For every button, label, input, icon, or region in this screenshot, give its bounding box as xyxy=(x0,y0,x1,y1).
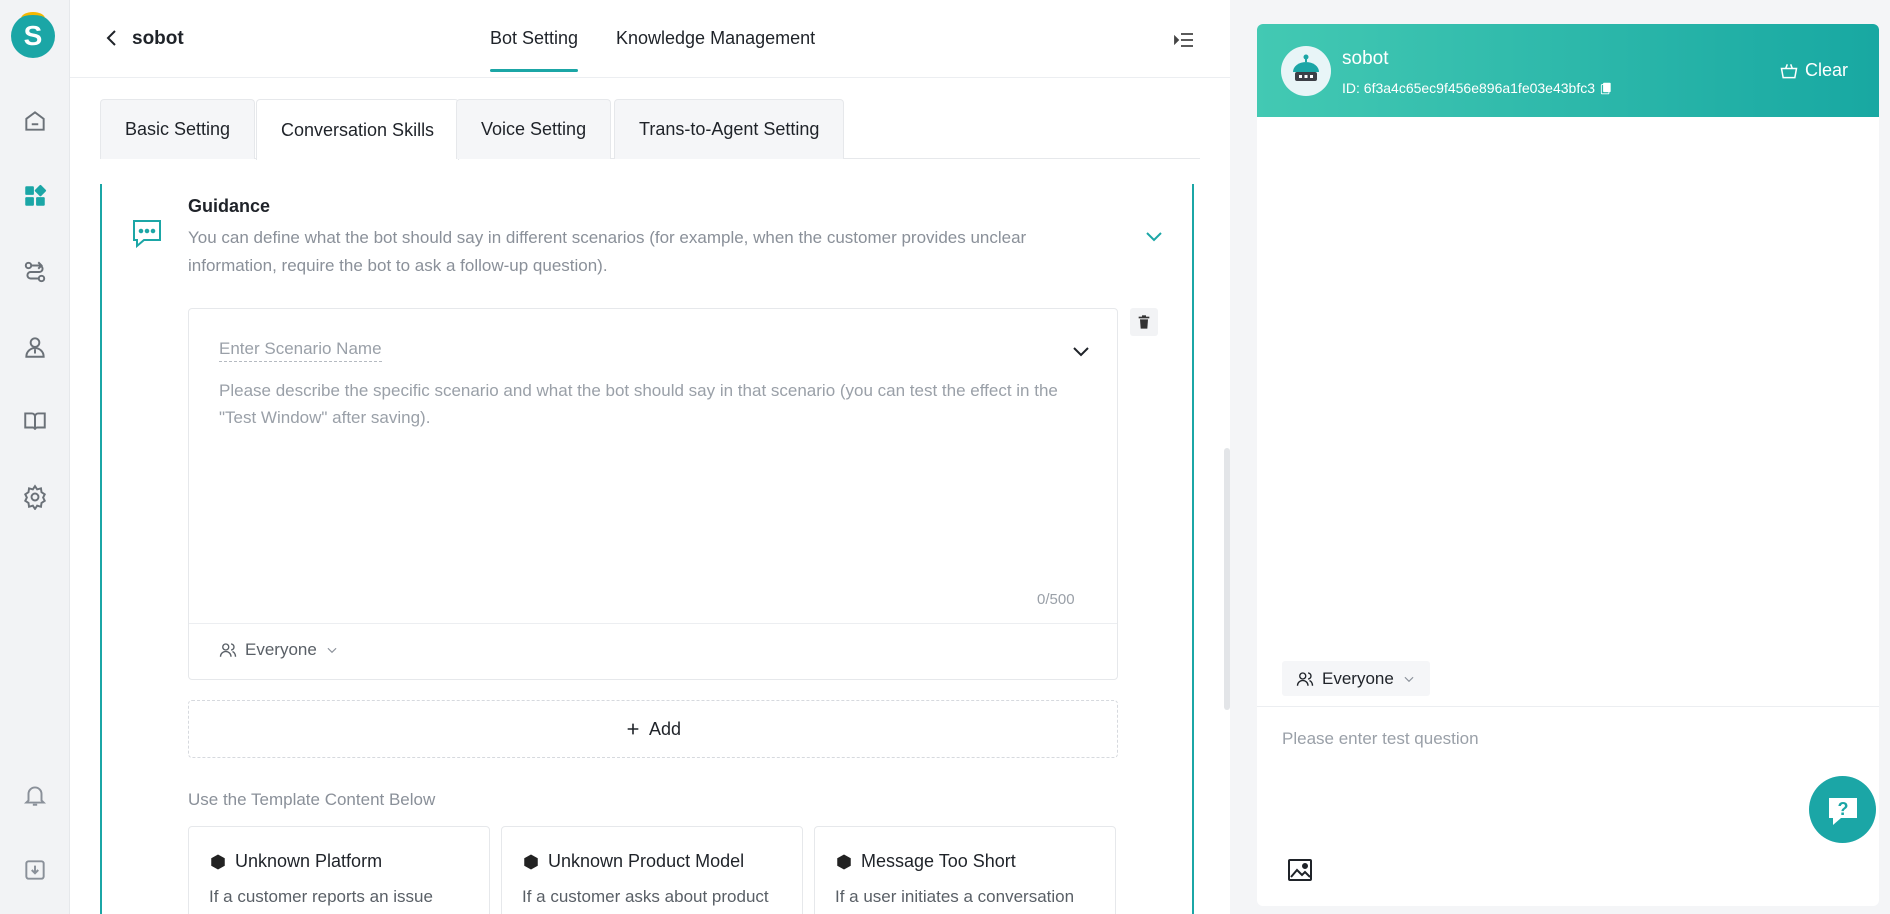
nav-flow[interactable] xyxy=(0,252,70,292)
bot-avatar xyxy=(1281,46,1331,96)
template-card-unknown-platform[interactable]: Unknown Platform If a customer reports a… xyxy=(188,826,490,914)
bot-id: ID: 6f3a4c65ec9f456e896a1fe03e43bfc3 xyxy=(1342,80,1595,96)
main-panel: sobot Bot Setting Knowledge Management B… xyxy=(70,0,1230,914)
template-desc: If a user initiates a conversation xyxy=(835,887,1075,906)
image-upload-icon[interactable] xyxy=(1287,858,1313,882)
copy-icon[interactable] xyxy=(1599,81,1613,95)
template-title: Message Too Short xyxy=(861,851,1016,871)
test-audience-label: Everyone xyxy=(1322,668,1394,688)
test-question-input[interactable]: Please enter test question xyxy=(1282,729,1479,749)
bot-id-row: ID: 6f3a4c65ec9f456e896a1fe03e43bfc3 xyxy=(1342,80,1613,96)
home-icon xyxy=(25,111,45,131)
help-button[interactable]: ? xyxy=(1809,776,1876,843)
help-icon: ? xyxy=(1828,797,1857,825)
cube-icon xyxy=(211,854,225,869)
scenario-description-input[interactable]: Please describe the specific scenario an… xyxy=(219,377,1089,431)
subtab-voice-setting[interactable]: Voice Setting xyxy=(456,99,612,159)
tab-knowledge-management[interactable]: Knowledge Management xyxy=(616,28,815,49)
guidance-card: Guidance You can define what the bot sho… xyxy=(100,184,1194,914)
audience-label: Everyone xyxy=(245,640,317,659)
template-desc: If a customer reports an issue xyxy=(209,887,433,906)
add-label: Add xyxy=(648,718,682,739)
flow-icon xyxy=(24,261,46,283)
guidance-title: Guidance xyxy=(188,196,271,216)
sobot-logo[interactable]: S xyxy=(11,12,55,58)
nav-home[interactable] xyxy=(0,101,70,141)
audience-selector[interactable]: Everyone xyxy=(219,640,339,660)
bell-icon xyxy=(23,786,47,806)
nav-download[interactable] xyxy=(0,850,70,890)
chevron-down-icon xyxy=(327,647,337,654)
template-section-label: Use the Template Content Below xyxy=(188,790,436,809)
add-scenario-button[interactable]: Add xyxy=(188,700,1118,758)
scenario-editor: Enter Scenario Name Please describe the … xyxy=(188,308,1118,680)
basket-icon xyxy=(1780,63,1798,78)
chevron-down-icon xyxy=(1404,676,1414,682)
nav-apps[interactable] xyxy=(0,176,70,216)
download-icon xyxy=(25,860,45,880)
gear-icon xyxy=(23,484,47,510)
subtab-basic-setting[interactable]: Basic Setting xyxy=(100,99,256,159)
template-desc: If a customer asks about product xyxy=(522,887,769,906)
users-icon xyxy=(219,643,237,657)
scenario-name-input[interactable]: Enter Scenario Name xyxy=(219,339,382,362)
cube-icon xyxy=(837,854,851,869)
subtab-trans-to-agent-setting[interactable]: Trans-to-Agent Setting xyxy=(614,99,845,159)
agent-icon xyxy=(25,337,45,358)
nav-agent[interactable] xyxy=(0,327,70,367)
test-bot-name: sobot xyxy=(1342,48,1389,69)
test-window-header: sobot ID: 6f3a4c65ec9f456e896a1fe03e43bf… xyxy=(1257,24,1879,117)
top-bar: sobot Bot Setting Knowledge Management xyxy=(70,0,1230,78)
guidance-description: You can define what the bot should say i… xyxy=(188,228,1027,275)
nav-notifications[interactable] xyxy=(0,775,70,815)
template-title: Unknown Platform xyxy=(235,851,383,871)
back-arrow-icon[interactable] xyxy=(100,26,124,50)
robot-icon xyxy=(1293,54,1319,81)
users-icon xyxy=(1296,671,1314,686)
main-scrollbar[interactable] xyxy=(1224,448,1230,710)
cube-icon xyxy=(524,854,538,869)
collapse-menu-icon[interactable] xyxy=(1172,28,1196,52)
subtab-conversation-skills[interactable]: Conversation Skills xyxy=(256,99,460,160)
nav-settings[interactable] xyxy=(0,477,70,517)
divider xyxy=(1257,706,1879,707)
logo-letter: S xyxy=(23,20,43,51)
chat-bubble-icon xyxy=(133,220,161,249)
clear-label: Clear xyxy=(1805,60,1849,80)
scenario-footer: Everyone xyxy=(189,623,1117,679)
template-card-message-too-short[interactable]: Message Too Short If a user initiates a … xyxy=(814,826,1116,914)
nav-knowledge[interactable] xyxy=(0,401,70,441)
book-icon xyxy=(24,412,46,430)
bot-title: sobot xyxy=(132,28,184,49)
chevron-down-icon[interactable] xyxy=(1142,224,1166,248)
test-window: sobot ID: 6f3a4c65ec9f456e896a1fe03e43bf… xyxy=(1257,24,1879,906)
chevron-down-icon[interactable] xyxy=(1069,339,1093,363)
clear-button[interactable]: Clear xyxy=(1779,60,1848,81)
trash-icon xyxy=(1138,315,1150,329)
tab-bot-setting[interactable]: Bot Setting xyxy=(490,28,579,72)
delete-scenario-button[interactable] xyxy=(1130,308,1158,336)
apps-icon xyxy=(25,184,47,206)
nav-rail: S xyxy=(0,0,70,914)
plus-icon xyxy=(627,723,639,735)
test-audience-selector[interactable]: Everyone xyxy=(1282,661,1430,696)
char-counter: 0/500 xyxy=(1037,591,1075,608)
template-title: Unknown Product Model xyxy=(548,851,745,871)
svg-text:?: ? xyxy=(1837,799,1848,819)
template-card-unknown-product-model[interactable]: Unknown Product Model If a customer asks… xyxy=(501,826,803,914)
settings-subtabs: Basic Setting Conversation Skills Voice … xyxy=(100,99,1200,160)
